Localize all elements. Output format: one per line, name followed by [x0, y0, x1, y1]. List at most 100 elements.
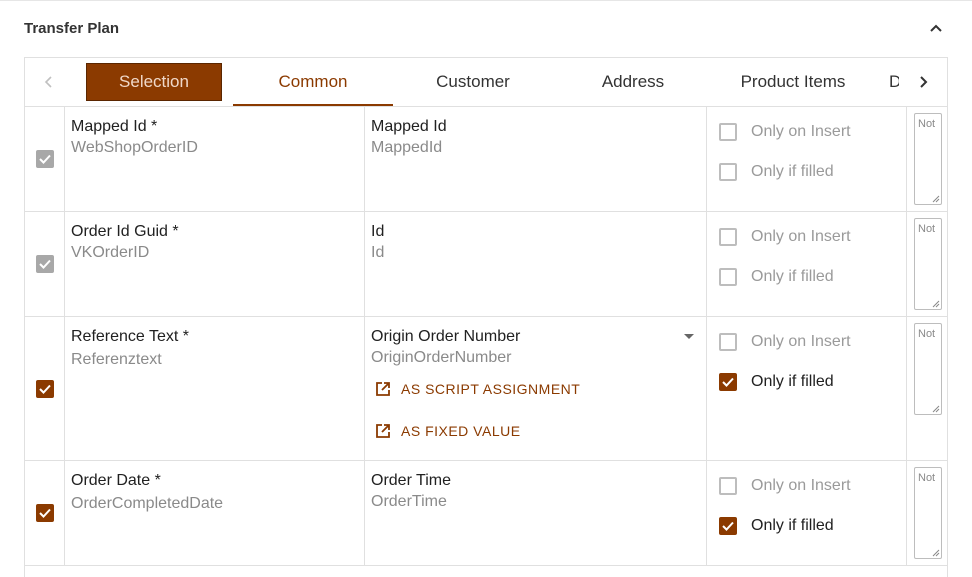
note-cell: Not — [907, 212, 947, 316]
note-textarea[interactable]: Not — [914, 467, 942, 559]
resize-grip-icon[interactable] — [932, 549, 940, 557]
target-label: Reference Text * — [71, 328, 189, 345]
only-if-filled-label: Only if filled — [751, 163, 834, 180]
target-field-cell: Order Id Guid * VKOrderID — [65, 212, 365, 316]
only-on-insert-checkbox[interactable] — [719, 123, 737, 141]
source-field-name: OriginOrderNumber — [371, 349, 512, 366]
only-if-filled-option[interactable]: Only if filled — [719, 515, 834, 537]
target-label: Mapped Id * — [71, 118, 158, 135]
target-field-name: Referenztext — [71, 351, 162, 368]
note-placeholder: Not — [918, 472, 936, 484]
only-if-filled-checkbox[interactable] — [719, 163, 737, 181]
check-icon — [722, 521, 734, 531]
source-field-cell[interactable]: Origin Order Number OriginOrderNumber AS… — [365, 317, 707, 460]
source-label: Id — [371, 223, 385, 240]
open-in-new-icon — [376, 424, 390, 438]
only-on-insert-label: Only on Insert — [751, 333, 851, 350]
tab-partial[interactable]: D — [889, 58, 899, 106]
only-on-insert-checkbox[interactable] — [719, 228, 737, 246]
only-on-insert-option[interactable]: Only on Insert — [719, 226, 851, 248]
note-textarea[interactable]: Not — [914, 323, 942, 415]
note-textarea[interactable]: Not — [914, 218, 942, 310]
top-divider — [0, 0, 972, 1]
source-field-name: Id — [371, 244, 385, 261]
only-on-insert-option[interactable]: Only on Insert — [719, 121, 851, 143]
source-field-name: OrderTime — [371, 493, 447, 510]
resize-grip-icon[interactable] — [932, 405, 940, 413]
note-placeholder: Not — [918, 328, 936, 340]
row-checkbox[interactable] — [35, 255, 54, 273]
chevron-left-icon — [44, 76, 52, 88]
check-icon — [722, 377, 734, 387]
tab-scroll-left-button[interactable] — [25, 58, 73, 106]
row-select-cell — [25, 107, 65, 211]
open-in-new-icon — [376, 382, 390, 396]
note-cell: Not — [907, 461, 947, 565]
options-cell: Only on Insert Only if filled — [707, 317, 907, 460]
only-on-insert-label: Only on Insert — [751, 123, 851, 140]
note-placeholder: Not — [918, 118, 936, 130]
only-if-filled-checkbox[interactable] — [719, 373, 737, 391]
options-cell: Only on Insert Only if filled — [707, 107, 907, 211]
only-if-filled-option[interactable]: Only if filled — [719, 371, 834, 393]
only-on-insert-label: Only on Insert — [751, 477, 851, 494]
tab-bar: Selection Common Customer Address Produc… — [25, 58, 947, 107]
collapse-button[interactable] — [924, 16, 948, 40]
source-label: Origin Order Number — [371, 328, 521, 345]
source-label: Order Time — [371, 472, 452, 489]
only-on-insert-checkbox[interactable] — [719, 477, 737, 495]
source-field-name: MappedId — [371, 139, 443, 156]
section-title: Transfer Plan — [24, 20, 120, 37]
target-label: Order Id Guid * — [71, 223, 179, 240]
target-label: Order Date * — [71, 472, 161, 489]
as-fixed-value-link[interactable]: AS FIXED VALUE — [375, 421, 521, 441]
note-textarea[interactable]: Not — [914, 113, 942, 205]
table-row: Order Id Guid * VKOrderID Id Id Only on … — [25, 212, 947, 317]
only-on-insert-checkbox[interactable] — [719, 333, 737, 351]
row-checkbox[interactable] — [35, 150, 54, 168]
tab-customer[interactable]: Customer — [393, 58, 553, 106]
table-row: Reference Text * Referenztext Origin Ord… — [25, 317, 947, 461]
mapping-panel: Selection Common Customer Address Produc… — [24, 57, 948, 577]
check-icon — [38, 384, 51, 394]
check-icon — [38, 259, 51, 269]
target-field-name: VKOrderID — [71, 244, 150, 261]
options-cell: Only on Insert Only if filled — [707, 212, 907, 316]
only-if-filled-checkbox[interactable] — [719, 517, 737, 535]
row-select-cell — [25, 461, 65, 565]
source-field-cell[interactable]: Id Id — [365, 212, 707, 316]
row-select-cell — [25, 212, 65, 316]
tab-scroll-right-button[interactable] — [899, 58, 947, 106]
tab-address[interactable]: Address — [553, 58, 713, 106]
only-on-insert-option[interactable]: Only on Insert — [719, 331, 851, 353]
as-fixed-value-label: AS FIXED VALUE — [401, 423, 521, 439]
target-field-cell: Reference Text * Referenztext — [65, 317, 365, 460]
target-field-cell: Order Date * OrderCompletedDate — [65, 461, 365, 565]
only-if-filled-checkbox[interactable] — [719, 268, 737, 286]
chevron-up-icon — [930, 24, 942, 32]
only-if-filled-option[interactable]: Only if filled — [719, 161, 834, 183]
dropdown-arrow-icon[interactable] — [684, 334, 694, 339]
check-icon — [38, 154, 51, 164]
row-checkbox[interactable] — [35, 379, 54, 398]
target-field-name: OrderCompletedDate — [71, 495, 224, 512]
resize-grip-icon[interactable] — [932, 300, 940, 308]
table-row: Mapped Id * WebShopOrderID Mapped Id Map… — [25, 107, 947, 212]
row-checkbox[interactable] — [35, 504, 54, 522]
tab-selection[interactable]: Selection — [86, 63, 222, 101]
resize-grip-icon[interactable] — [932, 195, 940, 203]
as-script-assignment-link[interactable]: AS SCRIPT ASSIGNMENT — [375, 379, 580, 399]
source-label: Mapped Id — [371, 118, 447, 135]
source-field-cell[interactable]: Order Time OrderTime — [365, 461, 707, 565]
target-field-cell: Mapped Id * WebShopOrderID — [65, 107, 365, 211]
source-field-cell[interactable]: Mapped Id MappedId — [365, 107, 707, 211]
as-script-assignment-label: AS SCRIPT ASSIGNMENT — [401, 381, 581, 397]
table-row: Order Date * OrderCompletedDate Order Ti… — [25, 461, 947, 566]
tab-product-items[interactable]: Product Items — [713, 58, 873, 106]
options-cell: Only on Insert Only if filled — [707, 461, 907, 565]
only-if-filled-label: Only if filled — [751, 268, 834, 285]
only-on-insert-option[interactable]: Only on Insert — [719, 475, 851, 497]
note-cell: Not — [907, 317, 947, 460]
only-if-filled-option[interactable]: Only if filled — [719, 266, 834, 288]
tab-common[interactable]: Common — [233, 58, 393, 106]
